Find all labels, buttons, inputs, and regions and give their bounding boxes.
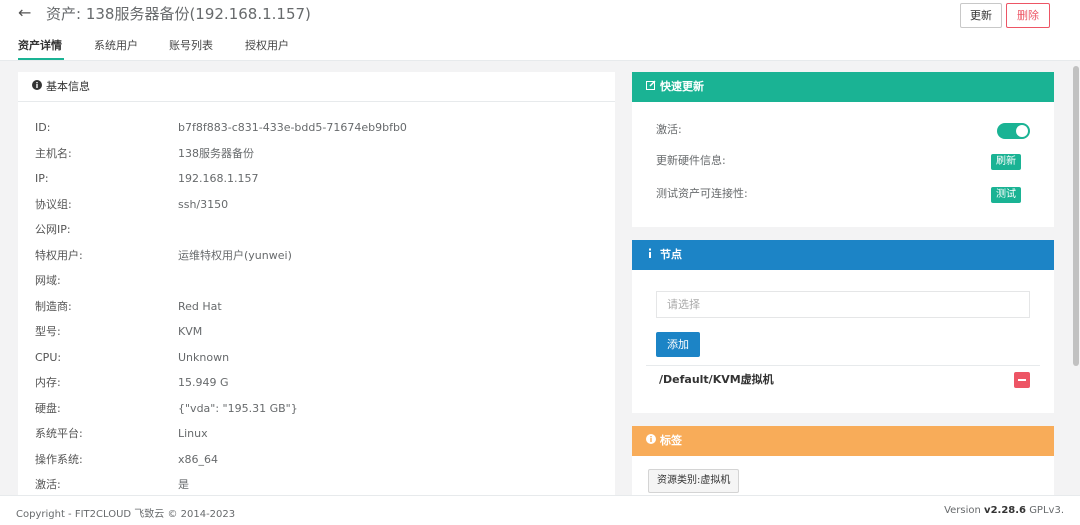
info-label: 制造商: (35, 300, 72, 313)
info-value: KVM (178, 325, 203, 338)
info-value: 是 (178, 478, 189, 491)
nodes-panel: 节点 请选择 添加 /Default/KVM虚拟机 (632, 240, 1054, 413)
info-label: 激活: (35, 478, 61, 491)
info-value: Red Hat (178, 300, 222, 313)
node-path: /Default/KVM虚拟机 (659, 373, 774, 386)
nodes-header: 节点 (632, 240, 1054, 270)
info-label: 型号: (35, 325, 61, 338)
labels-title: 标签 (660, 434, 682, 447)
info-label: 网域: (35, 274, 61, 287)
test-connectivity-label: 测试资产可连接性: (656, 187, 748, 200)
tab-system-users[interactable]: 系统用户 (94, 38, 138, 54)
nodes-title: 节点 (660, 248, 682, 261)
info-value: {"vda": "195.31 GB"} (178, 402, 298, 415)
update-hardware-label: 更新硬件信息: (656, 154, 726, 167)
edit-icon (646, 72, 658, 102)
info-value: 192.168.1.157 (178, 172, 259, 185)
page-title: 资产: 138服务器备份(192.168.1.157) (46, 5, 311, 23)
quick-update-header: 快速更新 (632, 72, 1054, 102)
update-button[interactable]: 更新 (960, 3, 1002, 28)
info-label: 公网IP: (35, 223, 71, 236)
basic-info-header: 基本信息 (18, 72, 615, 102)
info-label: 协议组: (35, 198, 72, 211)
tab-authorized-users[interactable]: 授权用户 (245, 38, 289, 54)
info-value: Linux (178, 427, 208, 440)
node-select-input[interactable]: 请选择 (656, 291, 1030, 318)
info-label: 特权用户: (35, 249, 83, 262)
info-label: 内存: (35, 376, 61, 389)
toggle-knob (1016, 125, 1028, 137)
info-value: 138服务器备份 (178, 147, 254, 160)
arrow-left-icon[interactable]: ← (18, 3, 31, 23)
info-circle-icon (32, 72, 44, 102)
info-label: IP: (35, 172, 49, 185)
info-label: ID: (35, 121, 51, 134)
tab-account-list[interactable]: 账号列表 (169, 38, 213, 54)
license-text: GPLv3. (1029, 505, 1064, 516)
active-toggle[interactable] (997, 123, 1030, 139)
add-node-button[interactable]: 添加 (656, 332, 700, 357)
info-label: 系统平台: (35, 427, 83, 440)
version-text: Version v2.28.6 GPLv3. (944, 505, 1064, 516)
active-tab-indicator (18, 58, 64, 60)
refresh-hardware-button[interactable]: 刷新 (991, 154, 1021, 170)
basic-info-title: 基本信息 (46, 80, 90, 93)
version-prefix: Version (944, 505, 981, 516)
basic-info-panel: 基本信息 ID: b7f8f883-c831-433e-bdd5-71674eb… (18, 72, 615, 495)
quick-update-panel: 快速更新 激活: 更新硬件信息: 刷新 测试资产可连接性: 测试 (632, 72, 1054, 227)
info-label: 主机名: (35, 147, 72, 160)
info-value: b7f8f883-c831-433e-bdd5-71674eb9bfb0 (178, 121, 407, 134)
footer: Copyright - FIT2CLOUD 飞致云 © 2014-2023 Ve… (0, 495, 1080, 525)
info-label: 硬盘: (35, 402, 61, 415)
info-value: 15.949 G (178, 376, 229, 389)
info-label: CPU: (35, 351, 62, 364)
divider (646, 365, 1040, 366)
info-value: 运维特权用户(yunwei) (178, 249, 292, 262)
top-bar: ← 资产: 138服务器备份(192.168.1.157) 更新 删除 资产详情… (0, 0, 1080, 61)
info-circle-icon (646, 426, 658, 456)
labels-header: 标签 (632, 426, 1054, 456)
quick-update-title: 快速更新 (660, 80, 704, 93)
info-value: x86_64 (178, 453, 219, 466)
info-value: Unknown (178, 351, 230, 364)
delete-button[interactable]: 删除 (1006, 3, 1050, 28)
remove-node-button[interactable] (1014, 372, 1030, 388)
tab-asset-detail[interactable]: 资产详情 (18, 38, 62, 54)
copyright-text: Copyright - FIT2CLOUD 飞致云 © 2014-2023 (16, 509, 236, 520)
info-value: ssh/3150 (178, 198, 229, 211)
scrollbar-thumb[interactable] (1073, 66, 1079, 366)
info-icon (646, 240, 658, 270)
active-label: 激活: (656, 123, 682, 136)
labels-panel: 标签 资源类别:虚拟机 (632, 426, 1054, 495)
tag-chip[interactable]: 资源类别:虚拟机 (648, 469, 740, 493)
version-number: v2.28.6 (984, 505, 1026, 516)
test-connectivity-button[interactable]: 测试 (991, 187, 1021, 203)
info-label: 操作系统: (35, 453, 83, 466)
